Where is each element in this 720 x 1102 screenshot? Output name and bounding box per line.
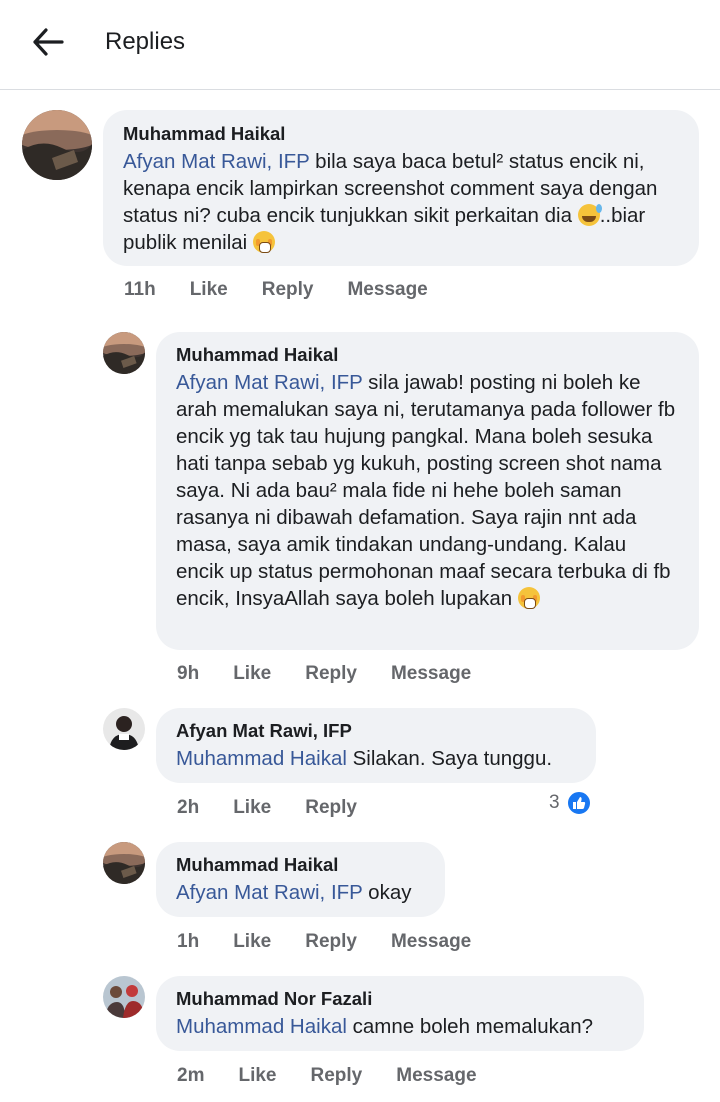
avatar-muhammad-haikal[interactable] bbox=[103, 332, 145, 374]
like-button[interactable]: Like bbox=[190, 279, 228, 301]
comment-actions: 2m Like Reply Message bbox=[177, 1065, 511, 1087]
comment-bubble[interactable]: Muhammad Haikal Afyan Mat Rawi, IFP bila… bbox=[103, 110, 699, 266]
comment-time: 11h bbox=[124, 279, 156, 300]
avatar-muhammad-haikal[interactable] bbox=[103, 842, 145, 884]
comment-time: 2h bbox=[177, 797, 200, 818]
comment-bubble[interactable]: Muhammad Nor Fazali Muhammad Haikal camn… bbox=[156, 976, 644, 1051]
message-button[interactable]: Message bbox=[347, 279, 427, 301]
shocked-emoji-icon bbox=[517, 587, 540, 609]
comment-actions: 9h Like Reply Message bbox=[177, 663, 505, 685]
comment-author[interactable]: Muhammad Nor Fazali bbox=[176, 987, 624, 1011]
comment-author[interactable]: Afyan Mat Rawi, IFP bbox=[176, 719, 576, 743]
comment-text: Muhammad Haikal Silakan. Saya tunggu. bbox=[176, 747, 553, 770]
shocked-emoji-icon bbox=[252, 231, 275, 253]
mention-link[interactable]: Afyan Mat Rawi, IFP bbox=[176, 881, 362, 904]
comment-time: 2m bbox=[177, 1065, 205, 1086]
avatar-muhammad-nor-fazali[interactable] bbox=[103, 976, 145, 1018]
comment-time: 1h bbox=[177, 931, 200, 952]
comment-text: Afyan Mat Rawi, IFP bila saya baca betul… bbox=[123, 150, 658, 254]
comment-bubble[interactable]: Muhammad Haikal Afyan Mat Rawi, IFP sila… bbox=[156, 332, 699, 650]
mention-link[interactable]: Afyan Mat Rawi, IFP bbox=[123, 150, 309, 173]
like-button[interactable]: Like bbox=[233, 797, 271, 819]
grinning-sweat-emoji-icon bbox=[577, 204, 602, 226]
like-button[interactable]: Like bbox=[233, 663, 271, 685]
comment-author[interactable]: Muhammad Haikal bbox=[176, 853, 425, 877]
comment-text: Afyan Mat Rawi, IFP okay bbox=[176, 881, 412, 904]
mention-link[interactable]: Muhammad Haikal bbox=[176, 747, 347, 770]
comment-actions: 2h Like Reply bbox=[177, 797, 391, 819]
mention-link[interactable]: Afyan Mat Rawi, IFP bbox=[176, 371, 362, 394]
comment-text: Afyan Mat Rawi, IFP sila jawab! posting … bbox=[176, 371, 676, 610]
reply-button[interactable]: Reply bbox=[305, 797, 357, 819]
comment-time: 9h bbox=[177, 663, 200, 684]
message-button[interactable]: Message bbox=[391, 931, 471, 953]
like-button[interactable]: Like bbox=[238, 1065, 276, 1087]
reply-button[interactable]: Reply bbox=[262, 279, 314, 301]
message-button[interactable]: Message bbox=[391, 663, 471, 685]
comment-text: Muhammad Haikal camne boleh memalukan? bbox=[176, 1015, 594, 1038]
avatar-muhammad-haikal[interactable] bbox=[22, 110, 92, 180]
like-button[interactable]: Like bbox=[233, 931, 271, 953]
arrow-left-icon bbox=[33, 28, 64, 56]
reply-button[interactable]: Reply bbox=[305, 931, 357, 953]
message-button[interactable]: Message bbox=[396, 1065, 476, 1087]
top-bar: Replies bbox=[0, 0, 720, 90]
page-title: Replies bbox=[105, 28, 186, 55]
comment-author[interactable]: Muhammad Haikal bbox=[176, 343, 679, 367]
reaction-summary[interactable]: 3 bbox=[549, 790, 592, 816]
comment-bubble[interactable]: Muhammad Haikal Afyan Mat Rawi, IFP okay bbox=[156, 842, 445, 917]
reaction-count: 3 bbox=[549, 792, 560, 813]
reply-button[interactable]: Reply bbox=[311, 1065, 363, 1087]
comment-actions: 11h Like Reply Message bbox=[124, 279, 462, 301]
thumbs-up-icon bbox=[565, 790, 592, 816]
comment-author[interactable]: Muhammad Haikal bbox=[123, 122, 679, 146]
comment-bubble[interactable]: Afyan Mat Rawi, IFP Muhammad Haikal Sila… bbox=[156, 708, 596, 783]
reply-button[interactable]: Reply bbox=[305, 663, 357, 685]
avatar-afyan-mat-rawi[interactable] bbox=[103, 708, 145, 750]
back-button[interactable] bbox=[28, 22, 68, 62]
comment-actions: 1h Like Reply Message bbox=[177, 931, 505, 953]
mention-link[interactable]: Muhammad Haikal bbox=[176, 1015, 347, 1038]
